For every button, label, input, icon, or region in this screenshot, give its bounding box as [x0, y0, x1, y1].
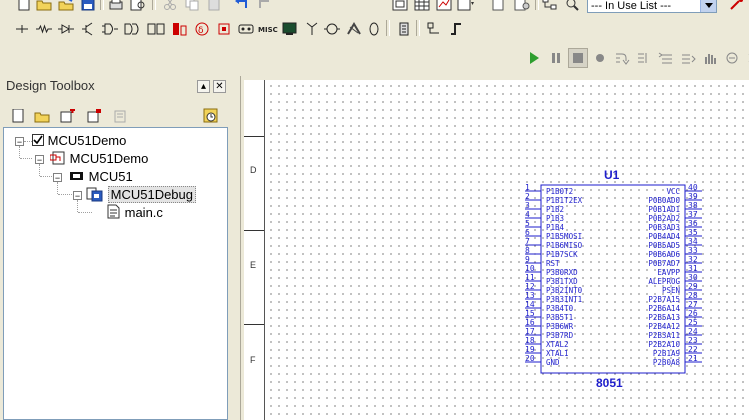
tree-item-mcu51[interactable]: MCU51: [69, 168, 133, 186]
tree-expander[interactable]: −: [53, 173, 62, 183]
tree-item-main-c[interactable]: main.c: [107, 204, 163, 222]
tree-item-label: MCU51Debug: [107, 186, 196, 203]
voltmeter-icon[interactable]: δ: [192, 19, 212, 39]
delete-item-icon[interactable]: [110, 106, 130, 126]
tree-item-label: MCU51Demo: [69, 151, 149, 166]
add-page-icon[interactable]: [58, 106, 78, 126]
in-use-list-value: --- In Use List ---: [591, 0, 672, 12]
relay-icon[interactable]: [236, 19, 256, 39]
mcu-chip-icon: [70, 172, 83, 180]
antenna-icon[interactable]: [302, 19, 322, 39]
open-folder-icon[interactable]: [34, 0, 54, 14]
tree-item-label: MCU51Demo: [47, 133, 127, 148]
run-simulation-icon[interactable]: [524, 48, 544, 68]
sensor-icon[interactable]: [344, 19, 364, 39]
resistor-icon[interactable]: [34, 19, 54, 39]
speaker-icon[interactable]: [364, 19, 384, 39]
probe-icon[interactable]: [727, 0, 747, 14]
step-over-icon[interactable]: [634, 48, 654, 68]
generator-mode-icon[interactable]: [456, 0, 476, 14]
source-file-icon: [107, 204, 120, 219]
more-tools-icon[interactable]: [742, 48, 749, 68]
add-item-icon[interactable]: [84, 106, 104, 126]
stop-simulation-icon[interactable]: [568, 48, 588, 68]
schematic-icon: [49, 151, 65, 165]
gear-page-icon[interactable]: [512, 0, 532, 14]
step-into-icon[interactable]: [612, 48, 632, 68]
chevron-down-icon[interactable]: [700, 0, 716, 12]
grid-mode-icon[interactable]: [412, 0, 432, 14]
tree-expander[interactable]: −: [73, 191, 82, 201]
paste-icon[interactable]: [204, 0, 224, 14]
tree-item-mcu51demo-schematic[interactable]: MCU51Demo: [49, 150, 149, 168]
print-icon[interactable]: [106, 0, 126, 14]
hierarchy-block-icon[interactable]: [424, 19, 444, 39]
tree-item-label: MCU51: [88, 169, 133, 184]
minimize-glyph: ▴: [200, 81, 207, 92]
ruler-label: F: [250, 355, 256, 365]
display-icon[interactable]: [280, 19, 300, 39]
svg-text:MISC: MISC: [258, 26, 278, 34]
assistant-icon[interactable]: [722, 48, 742, 68]
junction-icon[interactable]: [12, 19, 32, 39]
main-toolbar: --- In Use List ---: [0, 0, 749, 14]
net-tree-icon[interactable]: [540, 0, 560, 14]
graph-mode-icon[interactable]: [434, 0, 454, 14]
open-folder-arrow-icon[interactable]: [56, 0, 76, 14]
schematic-canvas[interactable]: [265, 80, 749, 420]
hand-icon[interactable]: [700, 48, 720, 68]
simulation-toolbar: [0, 44, 749, 72]
search-parts-icon[interactable]: [562, 0, 582, 14]
ruler-label: D: [250, 165, 257, 175]
battery-icon[interactable]: [394, 19, 414, 39]
save-icon[interactable]: [78, 0, 98, 14]
in-use-list-dropdown[interactable]: --- In Use List ---: [587, 0, 717, 13]
tree-item-mcu51debug[interactable]: MCU51Debug: [86, 186, 196, 204]
analog-meter-icon[interactable]: [170, 19, 190, 39]
project-tree: − MCU51Demo − MCU51Demo − MCU51 − MCU51D…: [3, 127, 228, 420]
transistor-icon[interactable]: [78, 19, 98, 39]
diode-icon[interactable]: [56, 19, 76, 39]
run-to-cursor-icon[interactable]: [678, 48, 698, 68]
chip-box-icon[interactable]: [214, 19, 234, 39]
misc-parts-icon[interactable]: MISC: [258, 19, 278, 39]
pause-simulation-icon[interactable]: [546, 48, 566, 68]
component-mode-icon[interactable]: [390, 0, 410, 14]
panel-title: Design Toolbox: [3, 76, 229, 96]
logic-gate-icon[interactable]: [100, 19, 120, 39]
misc-logic-icon[interactable]: [146, 19, 166, 39]
motor-icon[interactable]: [322, 19, 342, 39]
tree-expander[interactable]: −: [15, 137, 24, 147]
buffer-gate-icon[interactable]: [122, 19, 142, 39]
project-build-icon: [86, 187, 103, 202]
open-design-icon[interactable]: [32, 106, 52, 126]
print-preview-icon[interactable]: [128, 0, 148, 14]
ruler-label: E: [250, 260, 257, 270]
breakpoint-icon[interactable]: [590, 48, 610, 68]
page-icon[interactable]: [488, 0, 508, 14]
checkbox-icon: [32, 134, 44, 146]
new-design-icon[interactable]: [8, 106, 28, 126]
project-settings-icon[interactable]: [201, 106, 221, 126]
svg-text:δ: δ: [198, 26, 204, 36]
undo-icon[interactable]: [232, 0, 252, 14]
redo-icon[interactable]: [254, 0, 274, 14]
close-icon: ✕: [215, 81, 224, 92]
vertical-ruler: D E F: [244, 80, 265, 420]
step-out-icon[interactable]: [656, 48, 676, 68]
tree-expander[interactable]: −: [35, 155, 44, 165]
copy-icon[interactable]: [182, 0, 202, 14]
cut-icon[interactable]: [160, 0, 180, 14]
tree-item-label: main.c: [124, 205, 163, 220]
new-file-icon[interactable]: [14, 0, 34, 14]
panel-close-button[interactable]: ✕: [213, 80, 226, 93]
component-toolbar: δ MISC: [0, 16, 749, 42]
wire-icon[interactable]: [446, 19, 466, 39]
tree-item-mcu51demo-root[interactable]: MCU51Demo: [32, 132, 126, 150]
panel-minimize-button[interactable]: ▴: [197, 80, 210, 93]
